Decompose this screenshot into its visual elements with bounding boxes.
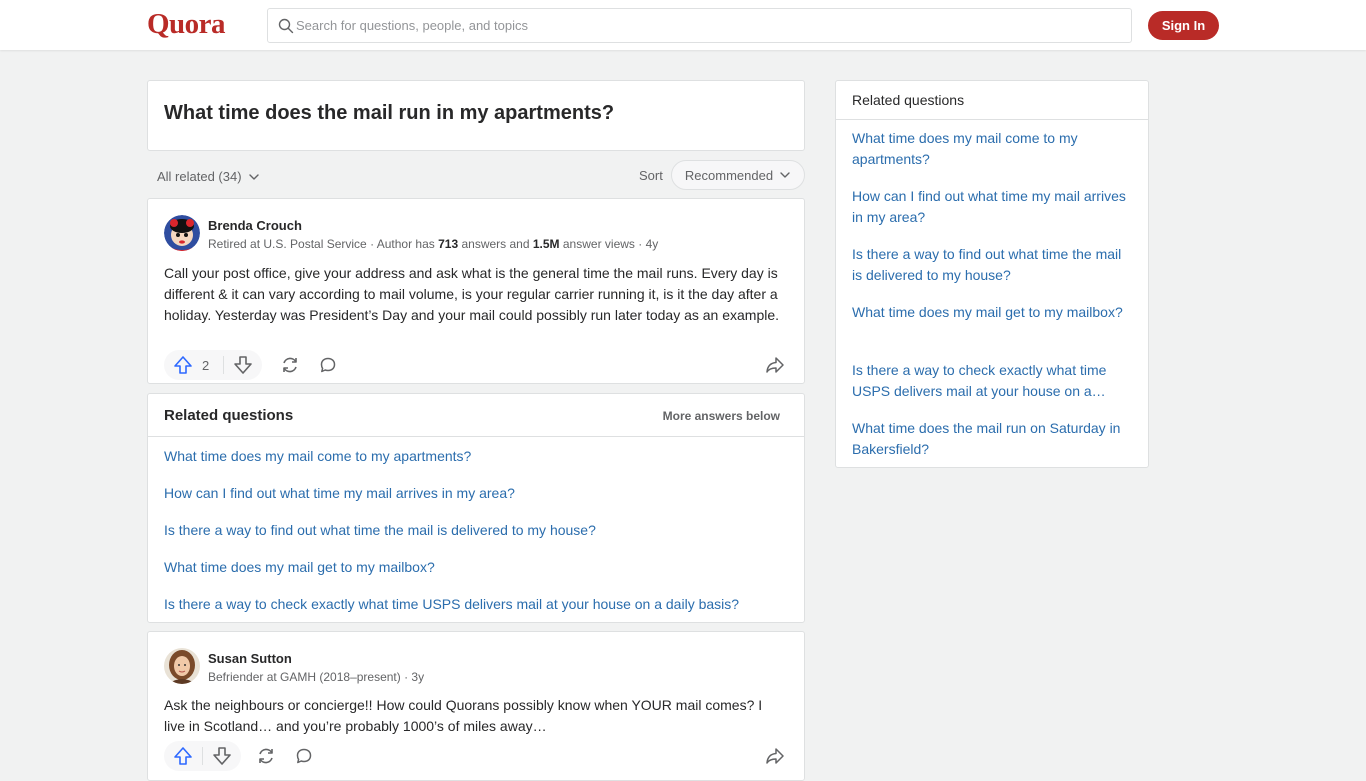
sign-in-button[interactable]: Sign In (1148, 11, 1219, 40)
share-repost-button[interactable] (251, 741, 281, 771)
vote-pill (164, 741, 241, 771)
downvote-button[interactable] (203, 741, 241, 771)
answer-actions: 2 (164, 350, 790, 380)
related-questions-title: Related questions (164, 407, 294, 424)
question-title: What time does the mail run in my apartm… (164, 102, 615, 124)
related-question-link[interactable]: How can I find out what time my mail arr… (164, 485, 515, 501)
vote-pill: 2 (164, 350, 263, 380)
avatar[interactable] (164, 215, 200, 251)
answer-card: Brenda Crouch Retired at U.S. Postal Ser… (147, 198, 805, 384)
author-name[interactable]: Susan Sutton (208, 651, 292, 666)
search-box[interactable] (267, 8, 1132, 43)
upvote-count: 2 (202, 357, 210, 373)
downvote-icon (213, 747, 231, 765)
sidebar-question-link[interactable]: How can I find out what time my mail arr… (852, 186, 1132, 228)
sidebar-header: Related questions (836, 81, 1148, 120)
author-name[interactable]: Brenda Crouch (208, 218, 302, 233)
comment-button[interactable] (313, 350, 343, 380)
related-questions-header: Related questions More answers below (148, 394, 804, 437)
credential-mid: answers and (458, 237, 533, 251)
sort-label: Sort (639, 168, 663, 183)
share-button[interactable] (760, 741, 790, 771)
author-credential: Retired at U.S. Postal Service · Author … (208, 237, 658, 251)
sidebar-question-link[interactable]: What time does my mail come to my apartm… (852, 128, 1132, 170)
all-related-dropdown[interactable]: All related (34) (157, 169, 260, 184)
answer-actions (164, 741, 790, 771)
repost-icon (259, 748, 273, 764)
credential-prefix: Retired at U.S. Postal Service · Author … (208, 237, 439, 251)
all-related-label: All related (34) (157, 169, 242, 184)
upvote-icon (174, 747, 192, 765)
upvote-button[interactable] (164, 350, 202, 380)
avatar[interactable] (164, 648, 200, 684)
sidebar-question-link[interactable]: What time does the mail run on Saturday … (852, 418, 1132, 460)
sort-dropdown[interactable]: Recommended (671, 160, 805, 190)
sidebar-related-questions: Related questions What time does my mail… (835, 80, 1149, 468)
upvote-button[interactable] (164, 741, 202, 771)
more-answers-below: More answers below (662, 409, 780, 423)
related-question-link[interactable]: What time does my mail get to my mailbox… (164, 559, 435, 575)
sidebar-question-link[interactable]: What time does my mail get to my mailbox… (852, 302, 1132, 323)
upvote-icon (174, 356, 192, 374)
chevron-down-icon (248, 173, 259, 180)
share-button[interactable] (760, 350, 790, 380)
related-question-link[interactable]: Is there a way to check exactly what tim… (164, 596, 739, 612)
share-repost-button[interactable] (275, 350, 305, 380)
answers-count: 713 (438, 237, 459, 251)
repost-icon (283, 357, 297, 373)
related-question-link[interactable]: What time does my mail come to my apartm… (164, 448, 471, 464)
question-card: What time does the mail run in my apartm… (147, 80, 805, 151)
avatar-image (164, 215, 200, 251)
share-icon (766, 748, 784, 764)
answer-text: Ask the neighbours or concierge!! How co… (164, 697, 763, 734)
downvote-icon (234, 356, 253, 374)
related-questions-inline: Related questions More answers below Wha… (147, 393, 805, 623)
sort-value: Recommended (684, 167, 774, 183)
chevron-down-icon (780, 172, 790, 178)
sidebar-question-link[interactable]: Is there a way to find out what time the… (852, 244, 1132, 286)
search-input[interactable] (296, 9, 1116, 42)
answer-text: Call your post office, give your address… (164, 265, 780, 323)
share-icon (766, 357, 784, 373)
answer-views: 1.5M (532, 237, 560, 251)
comment-icon (296, 748, 312, 764)
answer-filter-row: All related (34) Sort Recommended (147, 160, 805, 190)
sidebar-question-link[interactable]: Is there a way to check exactly what tim… (852, 360, 1132, 402)
quora-logo[interactable]: Quora (147, 8, 226, 41)
avatar-image (164, 648, 200, 684)
sidebar-title: Related questions (852, 92, 965, 108)
related-question-link[interactable]: Is there a way to find out what time the… (164, 522, 596, 538)
comment-icon (320, 357, 336, 373)
search-icon (278, 18, 294, 34)
credential-suffix: answer views · 4y (559, 237, 659, 251)
downvote-button[interactable] (224, 350, 262, 380)
top-navigation-bar: Quora Sign In (0, 0, 1366, 50)
comment-button[interactable] (289, 741, 319, 771)
author-credential: Befriender at GAMH (2018–present) · 3y (208, 670, 425, 684)
answer-card: Susan Sutton Befriender at GAMH (2018–pr… (147, 631, 805, 781)
